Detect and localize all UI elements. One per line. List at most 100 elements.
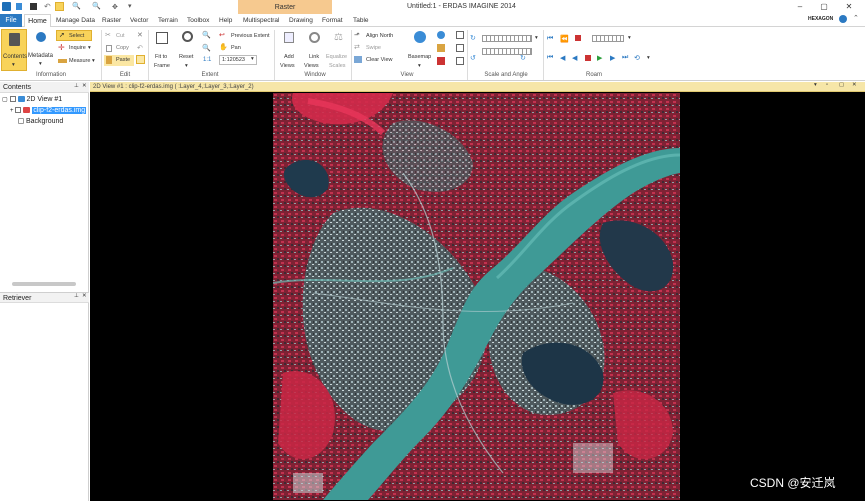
view-visibility-checkbox[interactable] [9, 96, 16, 103]
close-button[interactable]: ✕ [842, 2, 856, 12]
pin-icon[interactable]: ⊥ [74, 83, 79, 89]
satellite-image[interactable] [273, 93, 680, 500]
roam-loop-icon[interactable]: ⟲ [634, 54, 640, 62]
roam-back-icon[interactable]: ⏮ [547, 35, 553, 43]
tree-view-node[interactable]: ▢ 2D View #1 [2, 96, 62, 103]
tab-vector[interactable]: Vector [130, 14, 148, 27]
zoom-to-scale-icon[interactable]: 1:1 [203, 57, 211, 63]
tab-multispectral[interactable]: Multispectral [243, 14, 279, 27]
clear-view-button[interactable]: Clear View [354, 55, 404, 65]
maximize-button[interactable]: ▢ [817, 2, 831, 12]
contents-label: Contents [3, 54, 28, 60]
chevron-down-icon[interactable]: ▾ [628, 35, 631, 41]
eraser-icon [354, 56, 362, 63]
view-maximize-icon[interactable]: ▢ [839, 82, 844, 88]
view-restore-icon[interactable]: ▫ [826, 82, 828, 88]
tab-manage-data[interactable]: Manage Data [56, 14, 95, 27]
chevron-down-icon[interactable]: ▾ [535, 35, 538, 41]
layer-visibility-checkbox[interactable] [15, 107, 22, 114]
roam-play-icon[interactable]: ▶ [597, 54, 602, 62]
cut-button[interactable]: ✂ Cut [104, 31, 134, 42]
rotate-icon[interactable]: ↻ [520, 54, 526, 62]
delete-icon[interactable]: ✕ [137, 31, 143, 39]
rotate-icon[interactable]: ↺ [470, 54, 476, 62]
chevron-down-icon: ▾ [12, 62, 15, 68]
save-icon[interactable] [30, 3, 37, 10]
view-tool-icon[interactable] [456, 44, 464, 52]
view-tool-icon[interactable] [456, 57, 464, 65]
basemap-button[interactable]: Basemap ▾ [407, 29, 435, 71]
rotate-icon[interactable]: ↻ [470, 34, 476, 42]
tab-home[interactable]: Home [24, 14, 51, 28]
tab-toolbox[interactable]: Toolbox [187, 14, 209, 27]
select-tool-icon[interactable] [55, 2, 64, 11]
add-views-button[interactable]: Add Views [277, 29, 301, 71]
scale-slider[interactable] [482, 35, 532, 42]
align-north-button[interactable]: ⬏ Align North [354, 31, 404, 41]
fit-label-line2: Frame [154, 63, 170, 69]
bright-patch [293, 473, 323, 493]
new-icon[interactable] [16, 3, 22, 10]
measure-button[interactable]: Measure ▾ [56, 56, 98, 67]
metadata-button[interactable]: Metadata ▾ [28, 29, 54, 71]
paste-button[interactable]: Paste [104, 55, 134, 66]
tab-file[interactable]: File [0, 14, 22, 27]
view-close-icon[interactable]: ✕ [852, 82, 857, 88]
fit-to-frame-button[interactable]: Fit to Frame [150, 29, 176, 71]
contents-button[interactable]: Contents ▾ [1, 29, 27, 71]
roam-stop-icon[interactable] [585, 55, 591, 61]
zoom-in-icon[interactable]: 🔍 [202, 31, 211, 39]
customize-dropdown-icon[interactable]: ▾ [128, 2, 132, 10]
close-icon[interactable]: ✕ [82, 293, 87, 299]
horizontal-scrollbar[interactable] [12, 282, 76, 286]
help-icon[interactable] [839, 15, 847, 23]
previous-extent-button[interactable]: ↩ Previous Extent [219, 31, 275, 41]
roam-last-icon[interactable]: ⏭ [622, 54, 628, 62]
chevron-down-icon[interactable]: ▾ [647, 55, 650, 61]
roam-speed-slider[interactable] [592, 35, 624, 42]
tree-background-node[interactable]: Background [18, 118, 63, 125]
tree-layer-node[interactable]: + clip-f2-erdas.img [10, 107, 87, 114]
tab-help[interactable]: Help [219, 14, 232, 27]
paste-special-icon[interactable] [136, 55, 145, 64]
roam-prev-icon[interactable]: ⏪ [560, 35, 569, 43]
tab-raster[interactable]: Raster [102, 14, 121, 27]
zoom-out-icon[interactable]: 🔍 [92, 2, 101, 10]
pin-icon[interactable]: ⊥ [74, 293, 79, 299]
collapse-icon[interactable]: ▢ [2, 97, 8, 103]
tab-terrain[interactable]: Terrain [158, 14, 178, 27]
view-tool-icon[interactable] [456, 31, 464, 39]
inquire-button[interactable]: ✛ Inquire ▾ [56, 43, 94, 54]
expand-icon[interactable]: + [10, 108, 14, 114]
roam-first-icon[interactable]: ⏮ [547, 54, 553, 62]
equalize-scales-button[interactable]: ⚖ Equalize Scales [326, 29, 352, 71]
roam-reverse-icon[interactable]: ◀ [572, 54, 577, 62]
view-options-icon[interactable]: ▾ [814, 82, 817, 88]
zoom-out-icon[interactable]: 🔍 [202, 44, 211, 52]
roam-step-forward-icon[interactable]: ▶ [610, 54, 615, 62]
link-views-button[interactable]: Link Views [302, 29, 326, 71]
view-tool-icon[interactable] [437, 57, 445, 65]
tab-drawing[interactable]: Drawing [289, 14, 313, 27]
zoom-in-icon[interactable]: 🔍 [72, 2, 81, 10]
roam-stop-icon[interactable] [575, 35, 581, 41]
app-title: Untitled:1 - ERDAS IMAGINE 2014 [407, 3, 516, 10]
tab-format[interactable]: Format [322, 14, 343, 27]
undo-icon[interactable]: ↶ [44, 3, 51, 11]
minimize-button[interactable]: – [793, 2, 807, 12]
tab-table[interactable]: Table [353, 14, 369, 27]
select-button[interactable]: ➚ Select [56, 30, 92, 41]
swipe-button[interactable]: ⇄ Swipe [354, 43, 394, 53]
reset-button[interactable]: Reset ▾ [177, 29, 199, 71]
undo-edit-icon[interactable]: ↶ [137, 44, 143, 52]
view-tool-icon[interactable] [437, 44, 445, 52]
measure-label: Measure [69, 58, 91, 64]
close-icon[interactable]: ✕ [82, 83, 87, 89]
chevron-down-icon[interactable]: ▾ [251, 56, 254, 62]
pan-button[interactable]: ✋ Pan [219, 43, 249, 53]
copy-button[interactable]: Copy [104, 43, 134, 54]
roam-step-back-icon[interactable]: ◀ [560, 54, 565, 62]
pan-icon[interactable]: ✥ [112, 3, 118, 11]
ribbon-collapse-icon[interactable]: ⌃ [853, 14, 859, 22]
view-tool-icon[interactable] [437, 31, 445, 39]
